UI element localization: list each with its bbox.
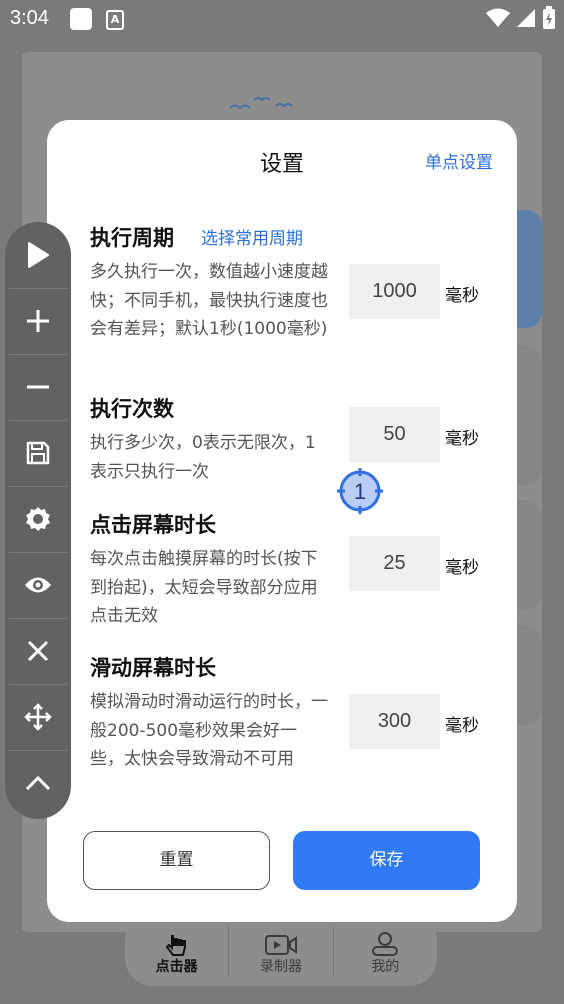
move-icon <box>24 703 52 731</box>
save-icon <box>26 441 50 465</box>
nav-item-mine[interactable]: 我的 <box>334 912 437 986</box>
nav-item-recorder[interactable]: 录制器 <box>229 912 332 986</box>
swipe-duration-input[interactable]: 300 <box>349 694 440 749</box>
tap-duration-input[interactable]: 25 <box>349 536 440 591</box>
minus-icon <box>27 385 49 389</box>
nav-label: 我的 <box>371 959 400 975</box>
section-title-count: 执行次数 <box>90 397 174 421</box>
count-input[interactable]: 50 <box>349 407 440 462</box>
bottom-nav: 点击器 录制器 我的 <box>125 912 437 986</box>
settings-dialog: 设置 单点设置 执行周期 选择常用周期 多久执行一次，数值越小速度越快；不同手机… <box>47 120 517 922</box>
reset-button[interactable]: 重置 <box>83 831 270 890</box>
visibility-button[interactable] <box>5 552 71 618</box>
person-icon <box>372 932 399 956</box>
hand-tap-icon <box>165 935 186 956</box>
choose-common-period-link[interactable]: 选择常用周期 <box>201 224 303 249</box>
period-unit: 毫秒 <box>445 286 479 306</box>
save-button[interactable]: 保存 <box>293 831 480 890</box>
section-title-period: 执行周期 <box>90 226 174 250</box>
target-number: 1 <box>354 479 366 504</box>
video-icon <box>264 935 297 955</box>
chevron-up-icon <box>25 775 51 791</box>
wifi-icon <box>486 8 510 27</box>
move-handle[interactable] <box>5 684 71 750</box>
eye-icon <box>25 577 51 593</box>
section-desc-count: 执行多少次，0表示无限次，1表示只执行一次 <box>90 433 316 482</box>
section-desc-tap-duration: 每次点击触摸屏幕的时长(按下到抬起)，太短会导致部分应用点击无效 <box>90 549 318 626</box>
section-desc-swipe-duration: 模拟滑动时滑动运行的时长，一般200-500毫秒效果会好一些，太快会导致滑动不可… <box>90 692 328 769</box>
status-icons <box>486 6 556 30</box>
settings-button[interactable] <box>5 486 71 552</box>
plus-icon <box>27 310 49 332</box>
close-icon <box>27 640 49 662</box>
add-button[interactable] <box>5 288 71 354</box>
save-config-button[interactable] <box>5 420 71 486</box>
status-time: 3:04 <box>10 7 49 29</box>
single-point-settings-link[interactable]: 单点设置 <box>425 148 493 173</box>
settings-icon <box>26 507 50 531</box>
collapse-button[interactable] <box>5 750 71 816</box>
birds-illustration-icon <box>229 97 293 110</box>
nav-label: 点击器 <box>155 959 198 975</box>
play-icon <box>28 242 49 268</box>
nav-item-clicker[interactable]: 点击器 <box>125 912 228 986</box>
remove-button[interactable] <box>5 354 71 420</box>
signal-icon <box>517 9 535 27</box>
close-button[interactable] <box>5 618 71 684</box>
status-bar: 3:04 A <box>0 0 564 40</box>
count-unit: 毫秒 <box>445 429 479 449</box>
tap-target-marker[interactable]: 1 <box>337 468 383 514</box>
section-title-tap-duration: 点击屏幕时长 <box>90 513 216 537</box>
play-button[interactable] <box>5 222 71 288</box>
nav-label: 录制器 <box>259 959 302 975</box>
swipe-duration-unit: 毫秒 <box>445 716 479 736</box>
battery-icon <box>543 6 555 29</box>
floating-toolbar <box>5 222 71 819</box>
tap-duration-unit: 毫秒 <box>445 558 479 578</box>
notification-icon <box>70 8 92 30</box>
a-notification-icon: A <box>106 10 124 30</box>
section-desc-period: 多久执行一次，数值越小速度越快；不同手机，最快执行速度也会有差异；默认1秒(10… <box>90 262 328 339</box>
section-title-swipe-duration: 滑动屏幕时长 <box>90 656 216 680</box>
period-input[interactable]: 1000 <box>349 264 440 319</box>
